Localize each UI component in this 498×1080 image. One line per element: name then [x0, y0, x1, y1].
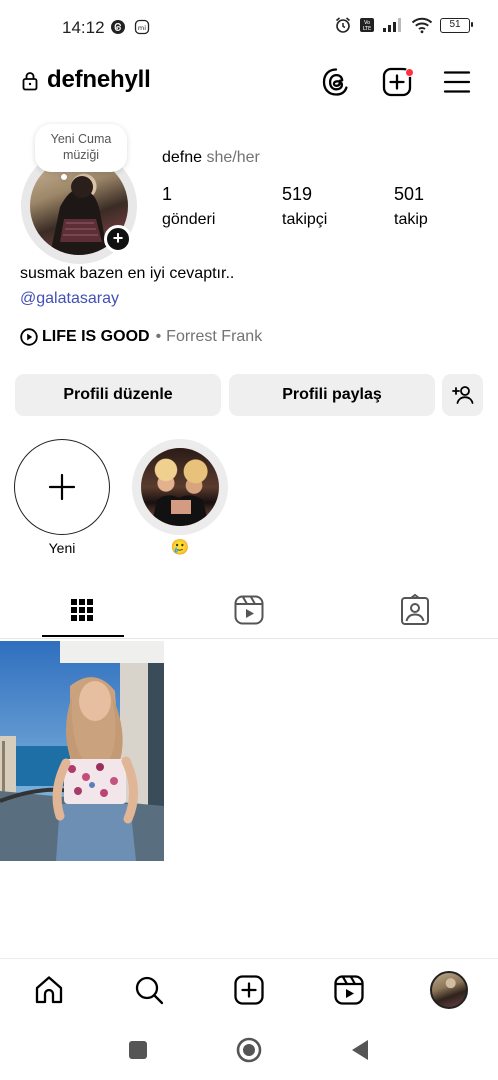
add-person-icon: [451, 386, 473, 404]
highlight-photo: [151, 495, 209, 526]
note-bubble-tail: [61, 174, 67, 180]
search-icon[interactable]: [132, 973, 166, 1007]
profile-music[interactable]: LIFE IS GOOD • Forrest Frank: [20, 328, 262, 346]
new-highlight-button[interactable]: [14, 439, 110, 535]
profile-nav-avatar[interactable]: [430, 971, 468, 1009]
stat-following-value: 501: [394, 184, 425, 204]
music-artist: Forrest Frank: [166, 328, 263, 345]
post-photo: [0, 641, 164, 861]
stat-posts-label: gönderi: [162, 211, 216, 228]
home-icon[interactable]: [32, 973, 66, 1007]
music-song-title: LIFE IS GOOD: [42, 328, 150, 345]
new-highlight-label: Yeni: [48, 540, 76, 556]
volte-icon: VoLTE: [360, 18, 374, 32]
reels-tab-icon[interactable]: [229, 590, 269, 630]
lock-icon: [22, 72, 38, 91]
home-button-icon[interactable]: [236, 1037, 262, 1063]
bio-text: susmak bazen en iyi cevaptır..: [20, 265, 235, 282]
stat-posts[interactable]: 1 gönderi: [162, 184, 215, 229]
status-time: 14:12: [62, 18, 105, 37]
highlight-label: 🥲: [170, 539, 190, 556]
svg-text:mi: mi: [138, 24, 146, 32]
discover-people-button[interactable]: [442, 374, 483, 416]
add-story-button[interactable]: +: [104, 225, 132, 253]
grid-tab-icon[interactable]: [62, 590, 102, 630]
create-icon[interactable]: [232, 973, 266, 1007]
notification-dot: [405, 68, 414, 77]
threads-icon[interactable]: [320, 66, 352, 98]
display-name-text: defne: [162, 149, 203, 166]
stat-followers-label: takipçi: [282, 211, 328, 228]
play-icon: [20, 328, 38, 346]
highlight-item[interactable]: [141, 448, 219, 526]
stat-following[interactable]: 501 takip: [394, 184, 428, 229]
music-separator: •: [155, 328, 162, 345]
status-bar: 14:12 mi Vo LTE 51: [0, 0, 498, 56]
recents-icon[interactable]: [128, 1040, 148, 1060]
back-icon[interactable]: [350, 1039, 370, 1061]
signal-icon: [383, 18, 401, 32]
edit-profile-button[interactable]: Profili düzenle: [15, 374, 221, 416]
battery-indicator: 51: [440, 17, 473, 33]
threads-notification-icon: [111, 20, 125, 34]
system-navigation: [0, 1022, 498, 1080]
share-profile-button[interactable]: Profili paylaş: [229, 374, 435, 416]
stat-followers[interactable]: 519 takipçi: [282, 184, 327, 229]
svg-text:LTE: LTE: [363, 26, 371, 32]
bottom-nav: [0, 958, 498, 1022]
stat-followers-value: 519: [282, 184, 313, 204]
tagged-tab-icon[interactable]: [395, 590, 435, 630]
mi-icon: mi: [134, 19, 150, 35]
tab-divider: [0, 638, 498, 639]
stat-posts-value: 1: [162, 184, 173, 204]
post-thumbnail[interactable]: [0, 641, 164, 861]
alarm-icon: [335, 17, 351, 33]
reels-icon[interactable]: [332, 973, 366, 1007]
active-tab-indicator: [42, 635, 124, 637]
menu-icon[interactable]: [441, 66, 473, 98]
stat-following-label: takip: [394, 211, 428, 228]
note-bubble[interactable]: Yeni Cuma müziği: [35, 124, 127, 172]
wifi-icon: [411, 17, 433, 34]
plus-icon: [48, 473, 76, 501]
display-name: defne she/her: [162, 149, 260, 167]
profile-header: defnehyll: [0, 56, 498, 108]
pronouns: she/her: [206, 149, 260, 166]
username[interactable]: defnehyll: [47, 66, 151, 94]
bio-mention-link[interactable]: @galatasaray: [20, 290, 119, 308]
